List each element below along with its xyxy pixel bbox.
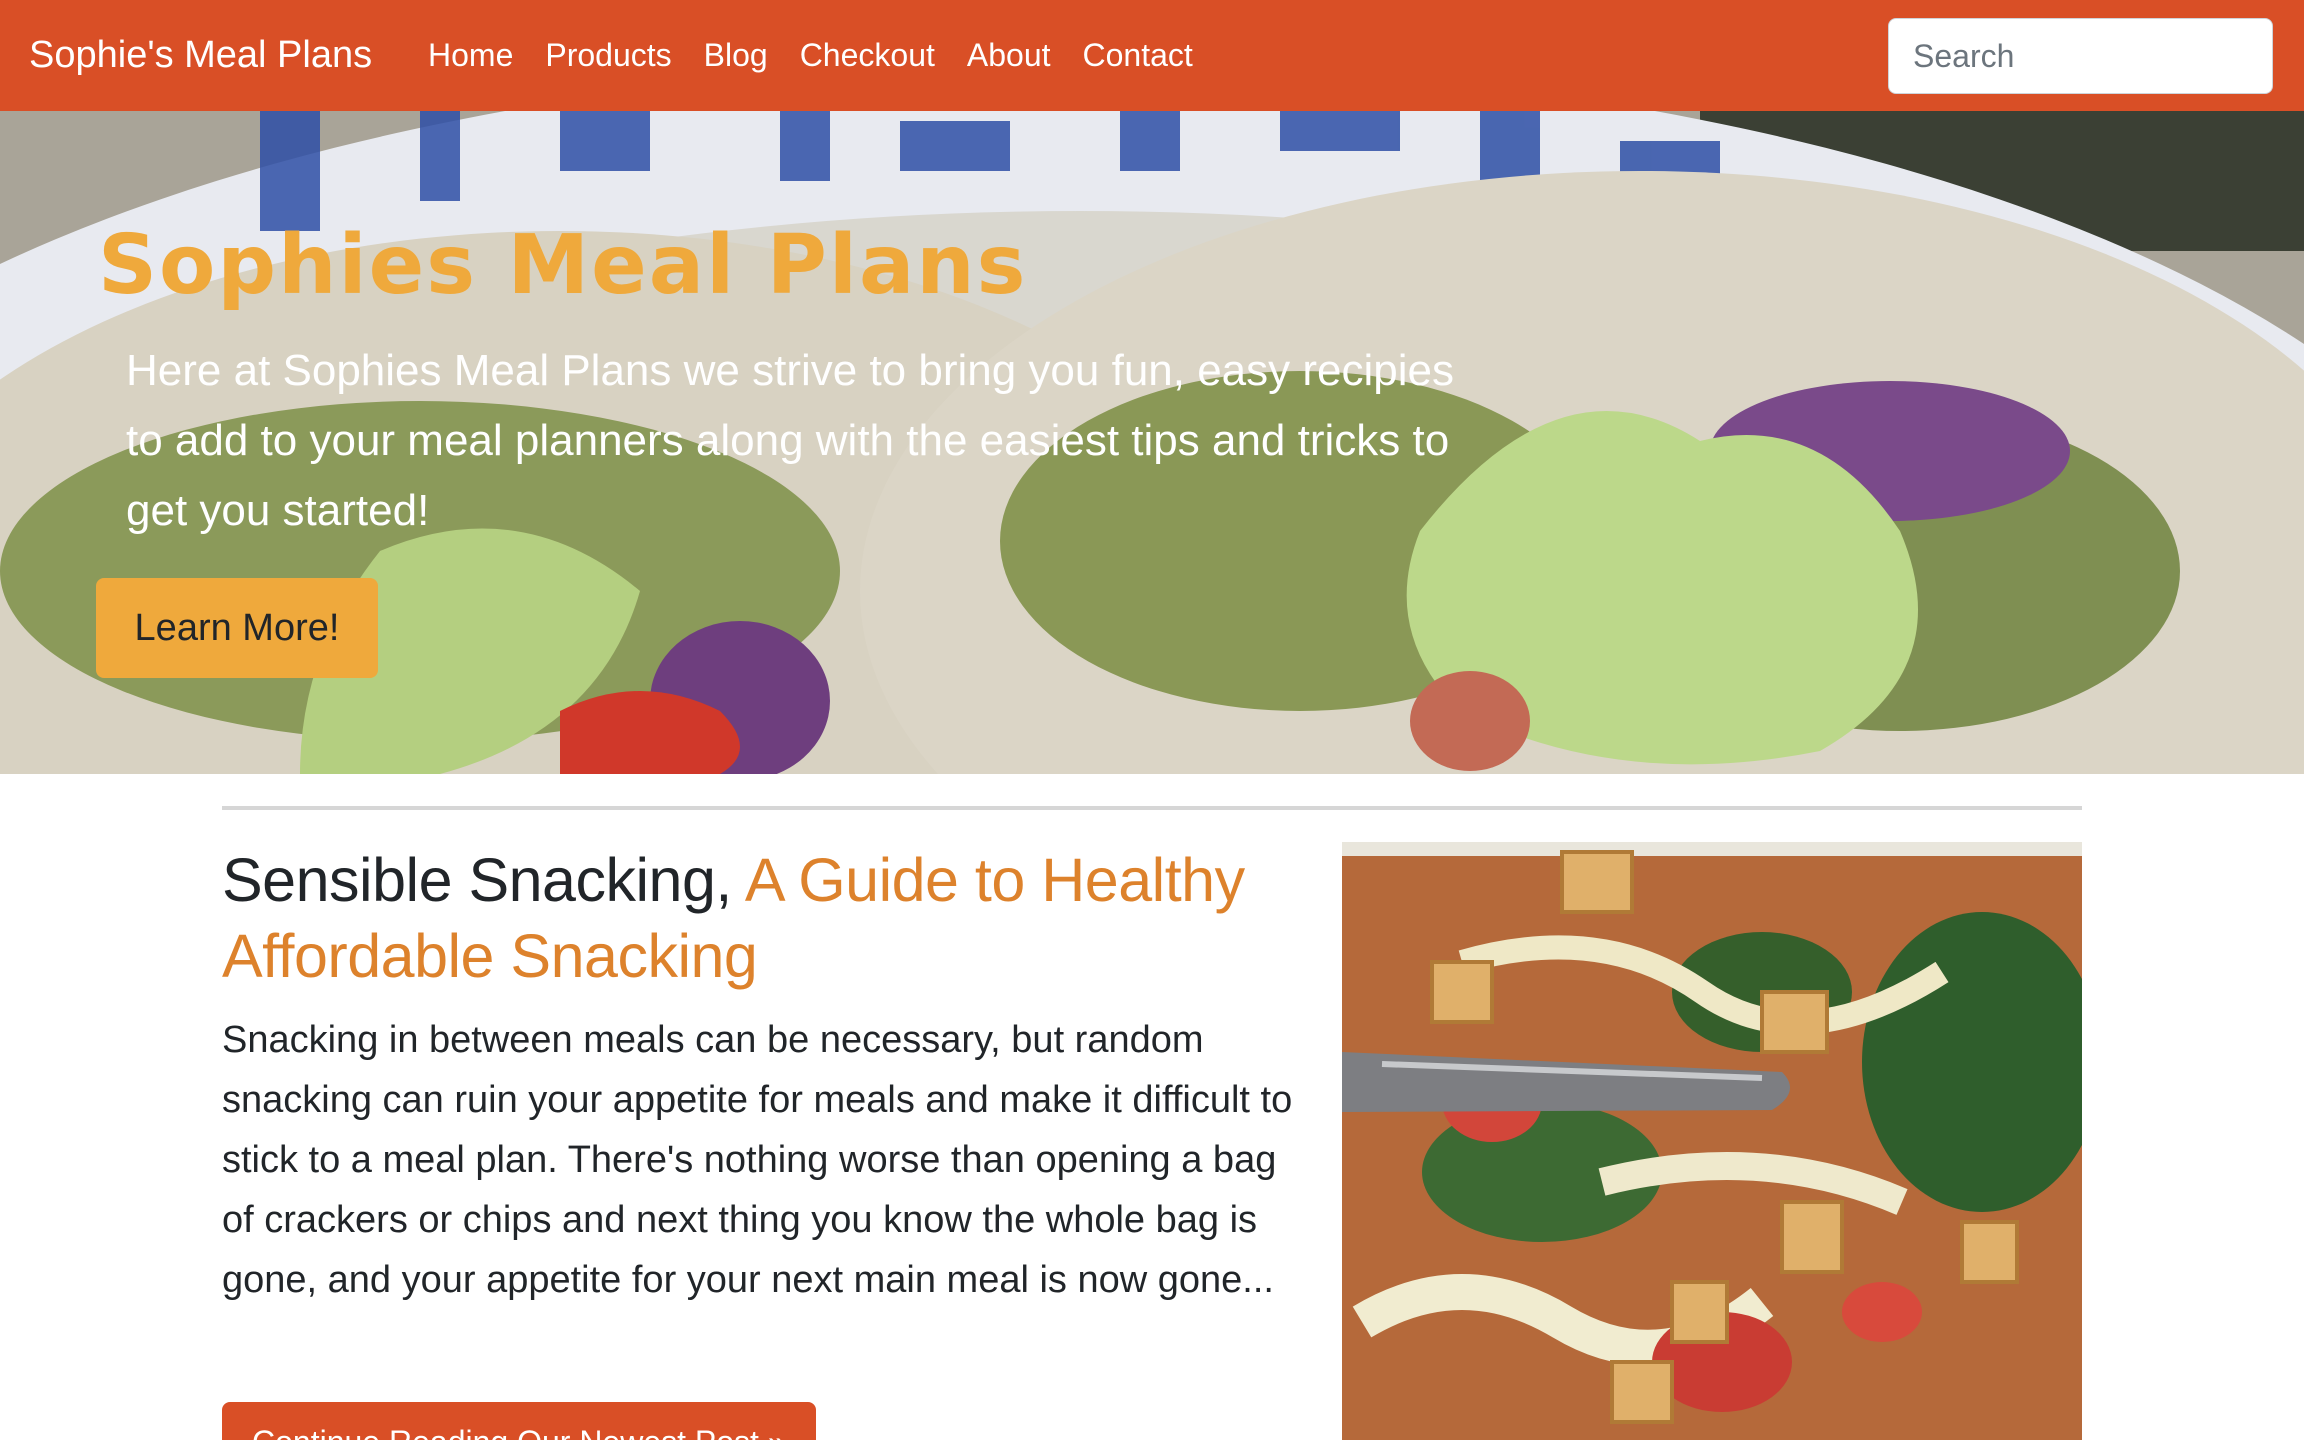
hero-title: Sophies Meal Plans: [98, 218, 1028, 313]
hero-banner: Sophies Meal Plans Here at Sophies Meal …: [0, 111, 2304, 774]
learn-more-button[interactable]: Learn More!: [96, 578, 378, 678]
post-title: Sensible Snacking, A Guide to Healthy Af…: [222, 842, 1322, 994]
nav-link-checkout[interactable]: Checkout: [800, 30, 935, 80]
hero-description: Here at Sophies Meal Plans we strive to …: [126, 346, 1454, 535]
nav-link-products[interactable]: Products: [545, 30, 671, 80]
nav-links: Home Products Blog Checkout About Contac…: [428, 30, 1225, 80]
post-excerpt: Snacking in between meals can be necessa…: [222, 1019, 1293, 1301]
navbar: Sophie's Meal Plans Home Products Blog C…: [0, 0, 2304, 111]
brand-link[interactable]: Sophie's Meal Plans: [29, 30, 372, 80]
nav-link-home[interactable]: Home: [428, 30, 513, 80]
nav-link-about[interactable]: About: [967, 30, 1051, 80]
nav-link-contact[interactable]: Contact: [1083, 30, 1193, 80]
post-title-main: Sensible Snacking,: [222, 846, 732, 914]
nav-link-blog[interactable]: Blog: [704, 30, 768, 80]
continue-reading-button[interactable]: Continue Reading Our Newest Post »: [222, 1402, 816, 1440]
post-food-image: [1342, 842, 2082, 1440]
search-input[interactable]: [1888, 18, 2273, 94]
salad-photo: [1342, 842, 2082, 1440]
section-divider: [222, 806, 2082, 810]
